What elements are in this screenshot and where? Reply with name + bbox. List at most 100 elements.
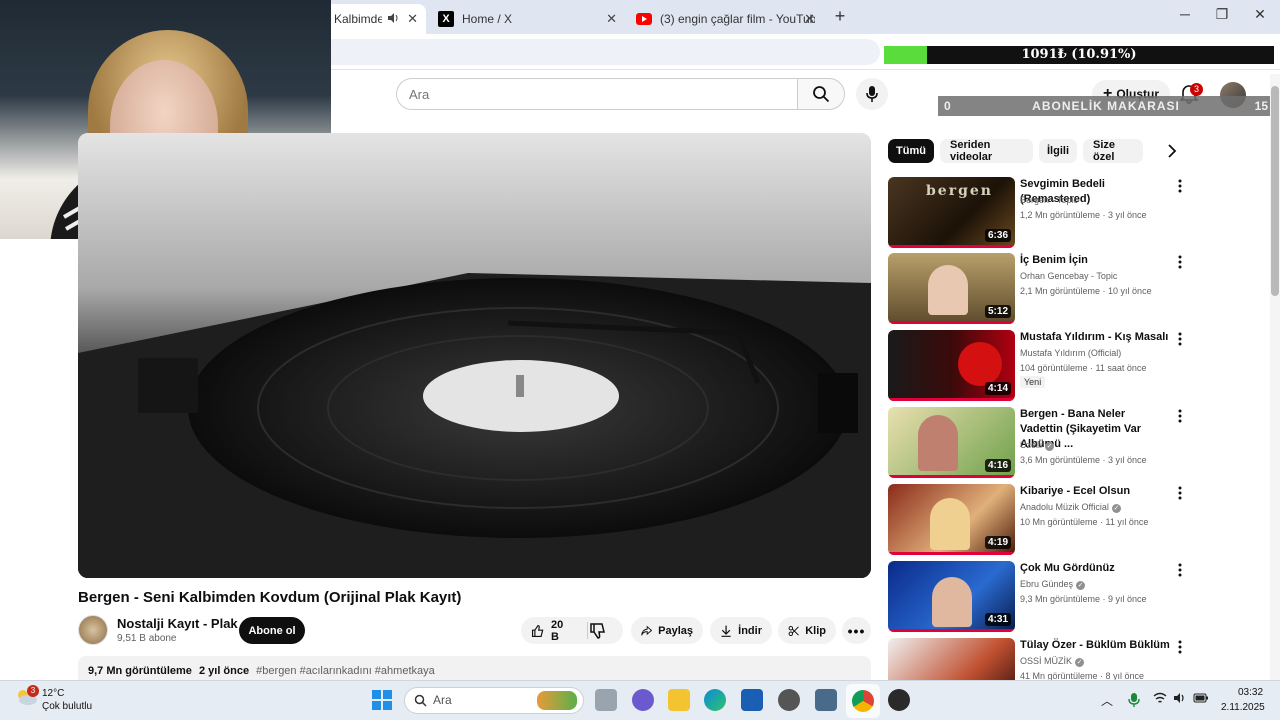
more-vertical-icon[interactable] [1178, 640, 1188, 656]
chevron-up-icon[interactable]: ︿ [1101, 692, 1113, 709]
close-window-icon[interactable]: ✕ [1250, 6, 1270, 23]
channel-name[interactable]: Ebru Gündeş [1020, 579, 1073, 589]
clip-button[interactable]: Klip [778, 617, 836, 644]
teams-icon[interactable] [632, 689, 654, 711]
more-vertical-icon[interactable] [1178, 332, 1188, 348]
video-thumbnail[interactable]: 4:19 [888, 484, 1015, 555]
close-icon[interactable]: ✕ [804, 11, 815, 27]
windows-start-icon[interactable] [371, 689, 393, 711]
chip-scroll-next[interactable] [1162, 140, 1182, 162]
search-input[interactable] [396, 78, 798, 110]
page-scrollbar[interactable] [1270, 74, 1280, 680]
more-vertical-icon[interactable] [1178, 255, 1188, 271]
youtube-icon [636, 11, 652, 27]
video-thumbnail[interactable]: bergen 6:36 [888, 177, 1015, 248]
channel-name[interactable]: Orhan Gencebay - Topic [1020, 271, 1117, 281]
more-vertical-icon[interactable] [1178, 179, 1188, 195]
more-vertical-icon[interactable] [1178, 409, 1188, 425]
hashtags[interactable]: #bergen #acılarınkadını #ahmetkaya [256, 665, 435, 677]
thumbs-up-icon [531, 624, 544, 637]
tab-kalbimden[interactable]: Kalbimden ✕ [326, 4, 426, 34]
video-meta: 10 Mn görüntüleme · 11 yıl önce [1020, 517, 1149, 527]
video-thumbnail[interactable]: 4:31 [888, 561, 1015, 632]
recommendation-item[interactable]: 4:14 Mustafa Yıldırım - Kış Masalı Musta… [888, 330, 1198, 404]
voice-search-button[interactable] [856, 78, 888, 110]
video-title[interactable]: Tülay Özer - Büklüm Büklüm [1020, 638, 1170, 653]
app-icon[interactable] [888, 689, 910, 711]
recommendation-item[interactable]: 4:19 Kibariye - Ecel Olsun Anadolu Müzik… [888, 484, 1198, 558]
verified-icon: ✓ [1076, 581, 1086, 590]
channel-name[interactable]: Nostalji Kayıt - Plak [117, 616, 238, 631]
scrollbar-thumb[interactable] [1271, 86, 1279, 296]
file-explorer-icon[interactable] [668, 689, 690, 711]
subscribe-button[interactable]: Abone ol [239, 617, 305, 644]
app-icon[interactable] [778, 689, 800, 711]
channel-name[interactable]: OSSİ MÜZİK [1020, 656, 1072, 666]
recommendation-item[interactable]: bergen 6:36 Sevgimin Bedeli (Remastered)… [888, 177, 1198, 251]
microphone-icon[interactable] [1128, 692, 1140, 711]
video-title[interactable]: Mustafa Yıldırım - Kış Masalı [1020, 330, 1170, 345]
volume-icon[interactable] [1173, 692, 1187, 707]
chip-for-you[interactable]: Size özel [1083, 139, 1143, 163]
recommendation-item[interactable]: 5:12 İç Benim İçin Orhan Gencebay - Topi… [888, 253, 1198, 327]
tab-youtube[interactable]: (3) engin çağlar film - YouTube ✕ [628, 4, 823, 34]
recommendation-item[interactable]: 4:31 Çok Mu Gördünüz Ebru Gündeş ✓ 9,3 Mn… [888, 561, 1198, 635]
video-title[interactable]: İç Benim İçin [1020, 253, 1170, 268]
search-button[interactable] [797, 78, 845, 110]
video-thumbnail[interactable]: 4:16 [888, 407, 1015, 478]
chip-all[interactable]: Tümü [888, 139, 934, 163]
clock-time[interactable]: 03:32 [1238, 687, 1263, 698]
weather-temp[interactable]: 12°C [42, 688, 64, 699]
video-title[interactable]: Çok Mu Gördünüz [1020, 561, 1170, 576]
channel-row[interactable]: Uzelli ✓ [1020, 440, 1055, 451]
clock-date[interactable]: 2.11.2025 [1221, 702, 1265, 713]
subscription-counter: 0 ABONELİK MAKARASI 15 [938, 96, 1274, 116]
channel-name[interactable]: Bergen - Topic [1020, 195, 1078, 205]
maximize-icon[interactable]: ❐ [1212, 6, 1232, 23]
battery-icon[interactable] [1193, 692, 1209, 707]
video-thumbnail[interactable]: 5:12 [888, 253, 1015, 324]
speaker-icon[interactable] [386, 11, 400, 28]
wifi-icon[interactable] [1153, 692, 1167, 707]
video-thumbnail[interactable]: 4:14 [888, 330, 1015, 401]
chevron-right-icon [1168, 144, 1177, 158]
close-icon[interactable]: ✕ [606, 11, 617, 27]
close-icon[interactable]: ✕ [407, 11, 418, 27]
edge-icon[interactable] [704, 689, 726, 711]
channel-name[interactable]: Anadolu Müzik Official [1020, 502, 1109, 512]
watch-progress-bar [888, 321, 1015, 324]
weather-desc[interactable]: Çok bulutlu [42, 701, 92, 712]
chip-series[interactable]: Seriden videolar [940, 139, 1033, 163]
channel-avatar[interactable] [78, 615, 108, 645]
new-tab-button[interactable]: + [830, 6, 850, 27]
dislike-button[interactable] [589, 622, 613, 640]
video-title[interactable]: Kibariye - Ecel Olsun [1020, 484, 1170, 499]
tab-home-x[interactable]: X Home / X ✕ [430, 4, 625, 34]
recommendation-item[interactable]: 4:16 Bergen - Bana Neler Vadettin (Şikay… [888, 407, 1198, 481]
verified-icon: ✓ [1111, 504, 1121, 513]
app-icon[interactable] [741, 689, 763, 711]
more-actions-button[interactable]: ••• [842, 617, 871, 644]
channel-name[interactable]: Mustafa Yıldırım (Official) [1020, 348, 1121, 358]
task-view-icon[interactable] [595, 689, 617, 711]
watch-progress-bar [888, 475, 1015, 478]
video-player[interactable] [78, 133, 871, 578]
channel-name[interactable]: Uzelli [1020, 440, 1042, 450]
search-bar [396, 78, 846, 110]
more-vertical-icon[interactable] [1178, 486, 1188, 502]
like-button[interactable]: 20 B [531, 619, 569, 643]
taskbar-search[interactable]: Ara [404, 687, 584, 714]
download-button[interactable]: İndir [710, 617, 772, 644]
channel-row[interactable]: Anadolu Müzik Official ✓ [1020, 502, 1121, 513]
chrome-icon[interactable] [852, 690, 874, 712]
chip-related[interactable]: İlgili [1039, 139, 1077, 163]
channel-row[interactable]: Ebru Gündeş ✓ [1020, 579, 1086, 590]
more-vertical-icon[interactable] [1178, 563, 1188, 579]
minimize-icon[interactable]: ─ [1175, 6, 1195, 22]
share-button[interactable]: Paylaş [631, 617, 703, 644]
video-thumbnail[interactable] [888, 638, 1015, 680]
recommendation-item[interactable]: Tülay Özer - Büklüm Büklüm OSSİ MÜZİK ✓ 4… [888, 638, 1198, 680]
url-field[interactable] [320, 39, 880, 65]
calculator-icon[interactable] [815, 689, 837, 711]
channel-row[interactable]: OSSİ MÜZİK ✓ [1020, 656, 1085, 667]
